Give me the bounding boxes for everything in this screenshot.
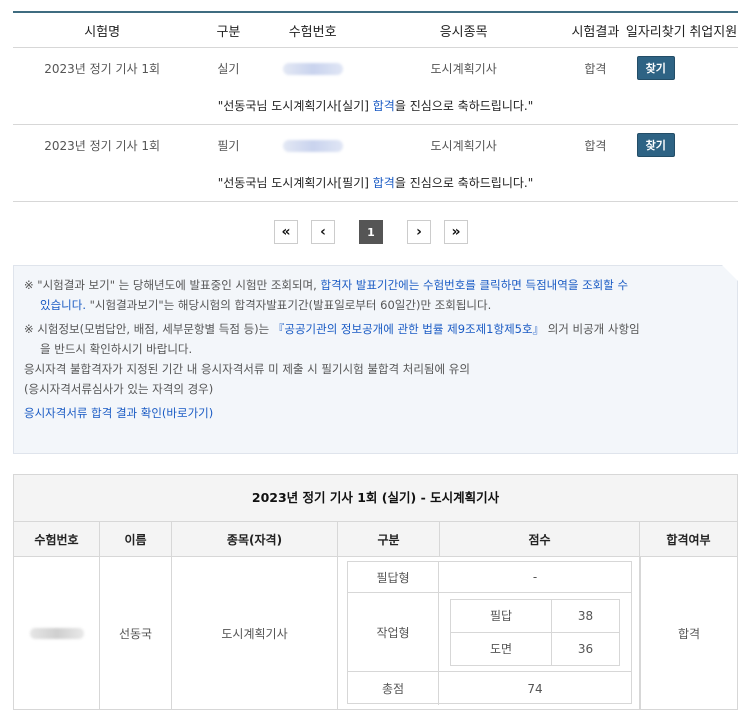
folded-corner xyxy=(722,265,738,281)
header-name: 이름 xyxy=(100,522,172,556)
row-field: 도시계획기사 xyxy=(430,61,497,76)
header-pass: 합격여부 xyxy=(666,532,711,547)
row-field: 도시계획기사 xyxy=(430,138,497,153)
notice-line: 을 반드시 확인하시기 바랍니다. xyxy=(40,342,193,356)
score-detail-table: 2023년 정기 기사 1회 (실기) - 도시계획기사 수험번호 이름 종목(… xyxy=(13,474,738,710)
table-row: 2023년 정기 기사 1회 실기 도시계획기사 합격 찾기 xyxy=(13,48,738,88)
document-result-link[interactable]: 응시자격서류 합격 결과 확인(바로가기) xyxy=(24,403,727,423)
total-label: 총점 xyxy=(348,672,439,705)
congrats-message: "선동국님 도시계획기사[실기] 합격을 진심으로 축하드립니다." xyxy=(13,88,738,125)
congrats-message: "선동국님 도시계획기사[필기] 합격을 진심으로 축하드립니다." xyxy=(13,165,738,202)
row-exam-name: 2023년 정기 기사 1회 xyxy=(44,138,161,153)
work-item-row: 도면 36 xyxy=(451,632,619,665)
blurred-exam-number[interactable] xyxy=(282,139,343,152)
header-exam-name: 시험명 xyxy=(84,24,121,40)
work-item-score: 36 xyxy=(577,641,594,656)
work-item-label: 도면 xyxy=(451,632,552,665)
score-subtable: 필답형 - 작업형 필답 38 도면 36 총점 74 xyxy=(347,561,632,705)
pass-text: 합격 xyxy=(372,99,395,113)
work-row: 작업형 필답 38 도면 36 xyxy=(348,593,631,672)
written-label: 필답형 xyxy=(348,562,439,592)
work-item-score: 38 xyxy=(577,608,594,623)
blurred-exam-number[interactable] xyxy=(282,62,343,75)
work-item-label: 필답 xyxy=(451,599,552,632)
work-label: 작업형 xyxy=(348,593,439,671)
first-page-button[interactable]: « xyxy=(274,220,298,244)
row-type: 실기 xyxy=(217,61,240,76)
last-page-button[interactable]: » xyxy=(444,220,468,244)
row-exam-name: 2023년 정기 기사 1회 xyxy=(44,61,161,76)
pagination: « ‹ 1 › » xyxy=(0,220,742,246)
detail-title: 2023년 정기 기사 1회 (실기) - 도시계획기사 xyxy=(14,475,737,522)
detail-name: 선동국 xyxy=(100,557,172,710)
find-job-button[interactable]: 찾기 xyxy=(636,56,675,80)
notice-line: (응시자격서류심사가 있는 자격의 경우) xyxy=(24,382,214,396)
notice-line: ※ "시험결과 보기" 는 당해년도에 발표중인 시험만 조회되며, 합격자 발… xyxy=(24,278,629,292)
total-score: 74 xyxy=(527,681,543,696)
header-qualification: 종목(자격) xyxy=(172,522,338,556)
written-row: 필답형 - xyxy=(348,562,631,593)
row-exam-number[interactable] xyxy=(266,61,360,75)
row-job-search: 찾기 xyxy=(623,133,688,157)
written-score: - xyxy=(532,570,538,584)
detail-header-row: 수험번호 이름 종목(자격) 구분 점수 합격여부 xyxy=(14,522,737,557)
next-page-button[interactable]: › xyxy=(407,220,431,244)
total-row: 총점 74 xyxy=(348,672,631,705)
exam-results-table: 시험명 구분 수험번호 응시종목 시험결과 일자리찾기 취업지원 2023년 정… xyxy=(13,11,738,202)
header-type: 구분 xyxy=(216,24,241,40)
notice-box: ※ "시험결과 보기" 는 당해년도에 발표중인 시험만 조회되며, 합격자 발… xyxy=(13,265,738,454)
header-category: 구분 xyxy=(338,522,440,556)
find-job-button[interactable]: 찾기 xyxy=(636,133,675,157)
header-result: 시험결과 xyxy=(571,24,620,40)
current-page-button[interactable]: 1 xyxy=(359,220,383,244)
row-result: 합격 xyxy=(584,138,607,153)
header-exam-number: 수험번호 xyxy=(288,24,337,40)
notice-line: 응시자격 불합격자가 지정된 기간 내 응시자격서류 미 제출 시 필기시험 불… xyxy=(24,362,470,376)
header-employment-support: 취업지원 xyxy=(689,24,738,40)
header-job-search: 일자리찾기 xyxy=(625,24,686,40)
work-item-row: 필답 38 xyxy=(451,599,619,633)
notice-line: 있습니다. "시험결과보기"는 해당시험의 합격자발표기간(발표일로부터 60일… xyxy=(40,298,492,312)
table-row: 2023년 정기 기사 1회 필기 도시계획기사 합격 찾기 xyxy=(13,125,738,165)
row-type: 필기 xyxy=(217,138,240,153)
results-header-row: 시험명 구분 수험번호 응시종목 시험결과 일자리찾기 취업지원 xyxy=(13,13,738,48)
row-job-search: 찾기 xyxy=(623,56,688,80)
notice-line: ※ 시험정보(모범답안, 배점, 세부문항별 득점 등)는 『공공기관의 정보공… xyxy=(24,322,640,336)
header-score: 점수 xyxy=(440,522,640,556)
detail-qualification: 도시계획기사 xyxy=(172,557,338,710)
work-items-table: 필답 38 도면 36 xyxy=(450,598,620,666)
prev-page-button[interactable]: ‹ xyxy=(311,220,335,244)
detail-exam-number xyxy=(14,557,100,710)
header-exam-number: 수험번호 xyxy=(14,522,100,556)
blurred-exam-number xyxy=(29,628,84,639)
row-result: 합격 xyxy=(584,61,607,76)
header-field: 응시종목 xyxy=(439,24,488,40)
pass-text: 합격 xyxy=(372,176,395,190)
detail-pass: 합격 xyxy=(640,557,737,710)
row-exam-number[interactable] xyxy=(266,138,360,152)
